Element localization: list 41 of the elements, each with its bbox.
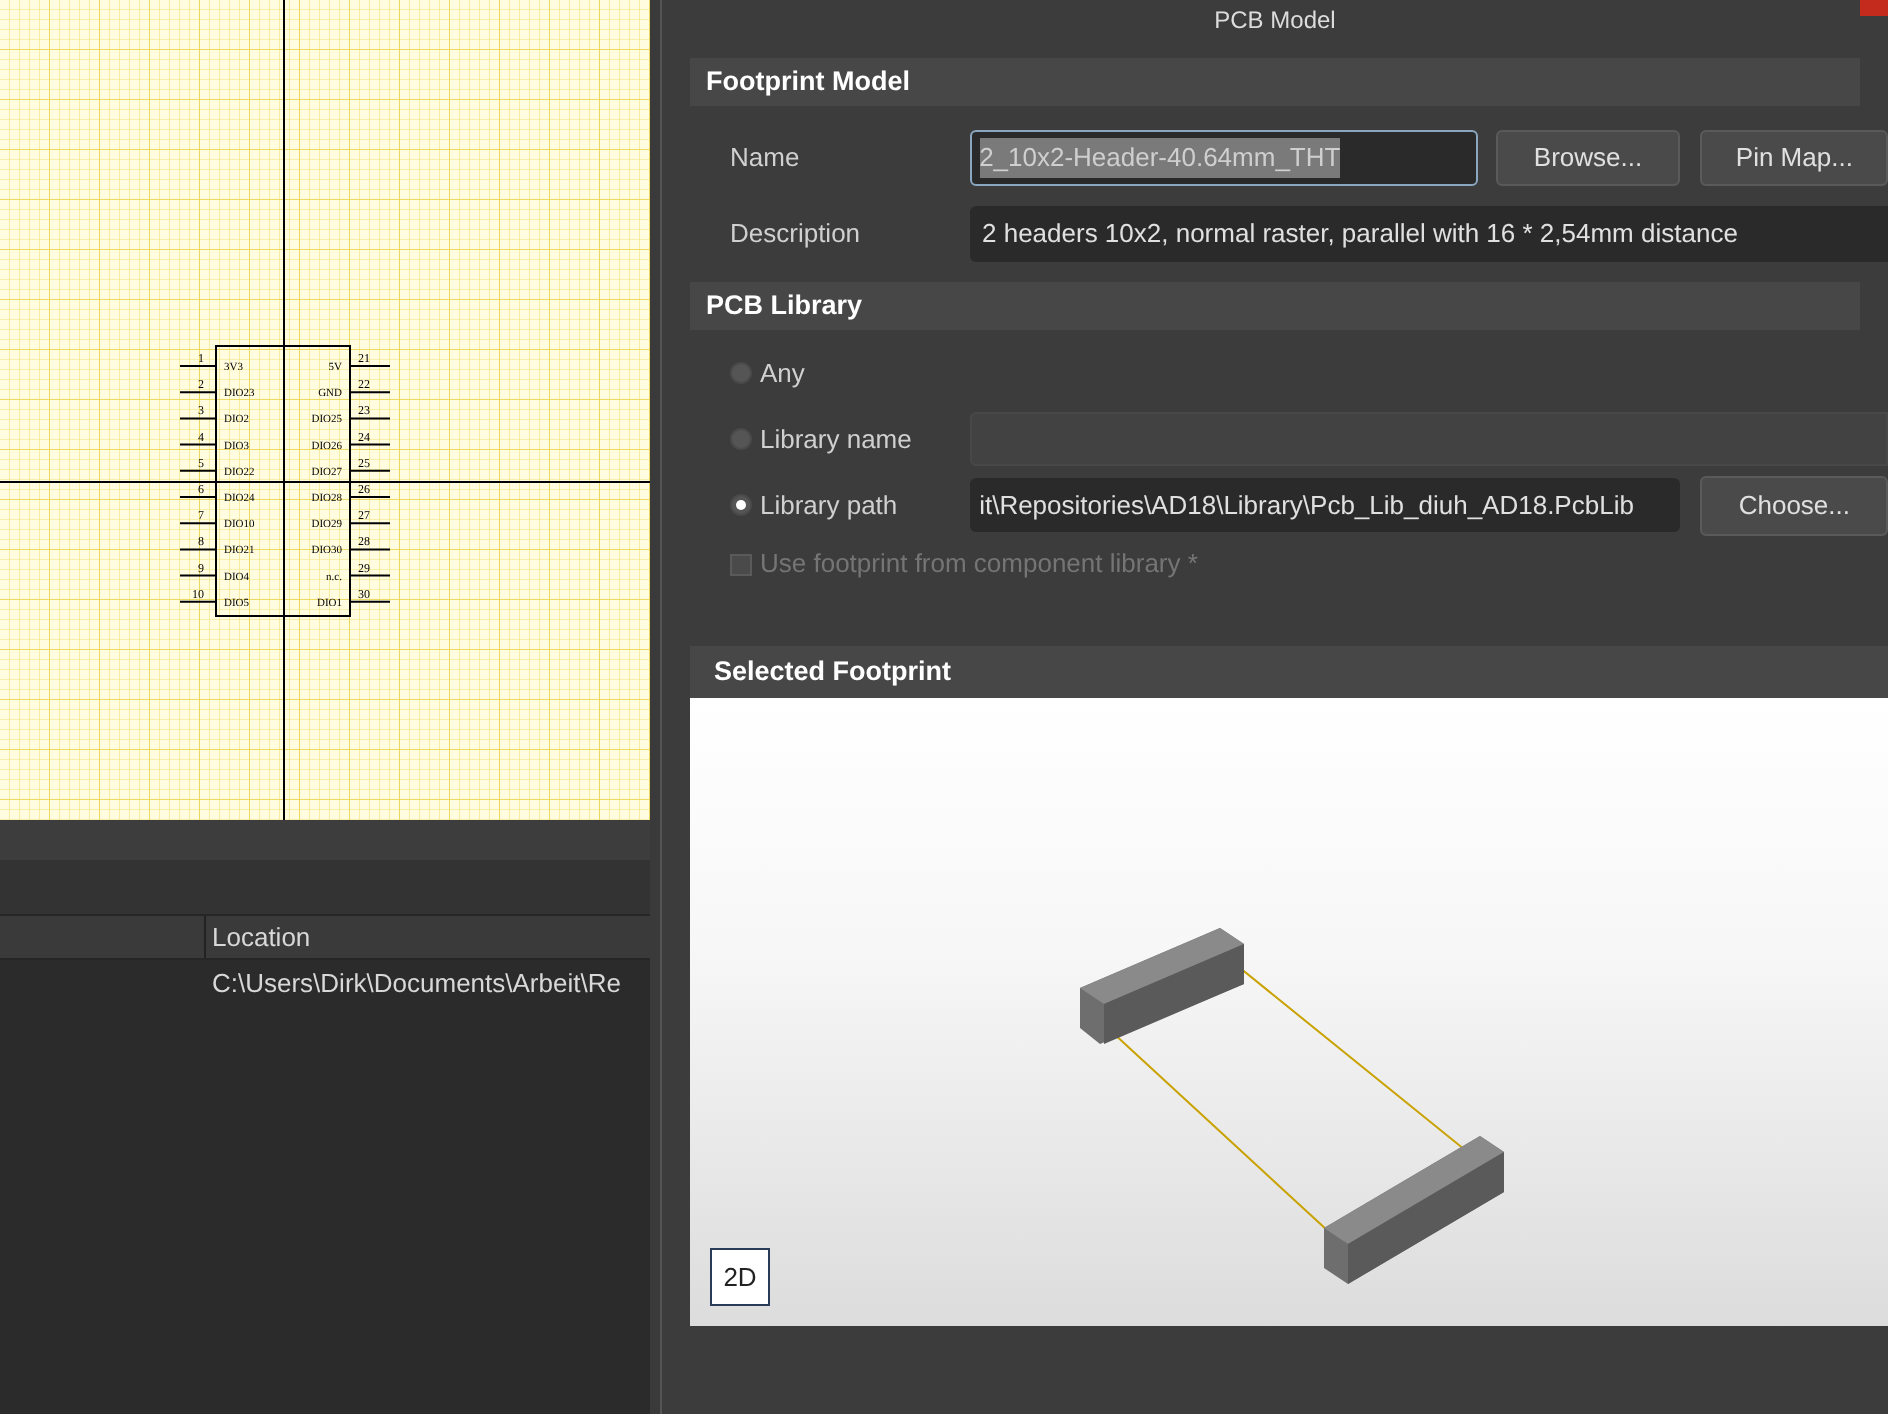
radio-button[interactable] — [730, 362, 752, 384]
pin-map-button[interactable]: Pin Map... — [1700, 130, 1888, 186]
pin-line — [179, 574, 217, 577]
radio-button[interactable] — [730, 494, 752, 516]
field-label: Description — [730, 216, 863, 253]
pin-line — [349, 600, 391, 603]
pin-line — [179, 365, 217, 367]
radio-label[interactable]: Any — [760, 353, 805, 393]
pin-line — [179, 469, 217, 472]
radio-button[interactable] — [730, 428, 752, 450]
pin-line — [179, 496, 217, 498]
pin-line — [179, 391, 217, 394]
description-field[interactable]: 2 headers 10x2, normal raster, parallel with 16 * 2,54mm distance — [970, 206, 1888, 262]
pin-line — [349, 391, 391, 394]
section-heading: Selected Footprint — [714, 653, 952, 690]
library-path-field[interactable]: it\Repositories\AD18\Library\Pcb_Lib_diuh_AD18.PcbLib — [969, 478, 1681, 532]
pin-line — [349, 443, 391, 446]
pin-line — [179, 443, 217, 446]
view-mode-button[interactable]: 2D — [710, 1248, 770, 1306]
choose-button[interactable]: Choose... — [1700, 475, 1888, 535]
section-heading: Footprint Model — [706, 63, 910, 100]
radio-label[interactable]: Library name — [760, 419, 912, 459]
pin-line — [349, 548, 391, 551]
field-label: Name — [730, 140, 802, 177]
window-title: PCB Model — [1214, 8, 1336, 32]
pin-line — [179, 548, 217, 551]
pin-line — [349, 469, 391, 472]
pin-line — [349, 365, 391, 367]
section-heading: PCB Library — [706, 287, 863, 324]
pin-line — [179, 417, 217, 420]
pin-line — [179, 600, 217, 603]
pin-line — [349, 417, 391, 420]
table-cell-text: C:\Users\Dirk\Documents\Arbeit\Re — [212, 966, 621, 1003]
column-header[interactable]: Location — [206, 917, 311, 957]
radio-label[interactable]: Library path — [760, 485, 898, 525]
pin-line — [349, 522, 391, 525]
pin-line — [179, 522, 217, 525]
browse-button[interactable]: Browse... — [1495, 130, 1681, 186]
pin-line — [349, 496, 391, 498]
pin-line — [349, 574, 391, 577]
close-button[interactable] — [1860, 0, 1888, 16]
